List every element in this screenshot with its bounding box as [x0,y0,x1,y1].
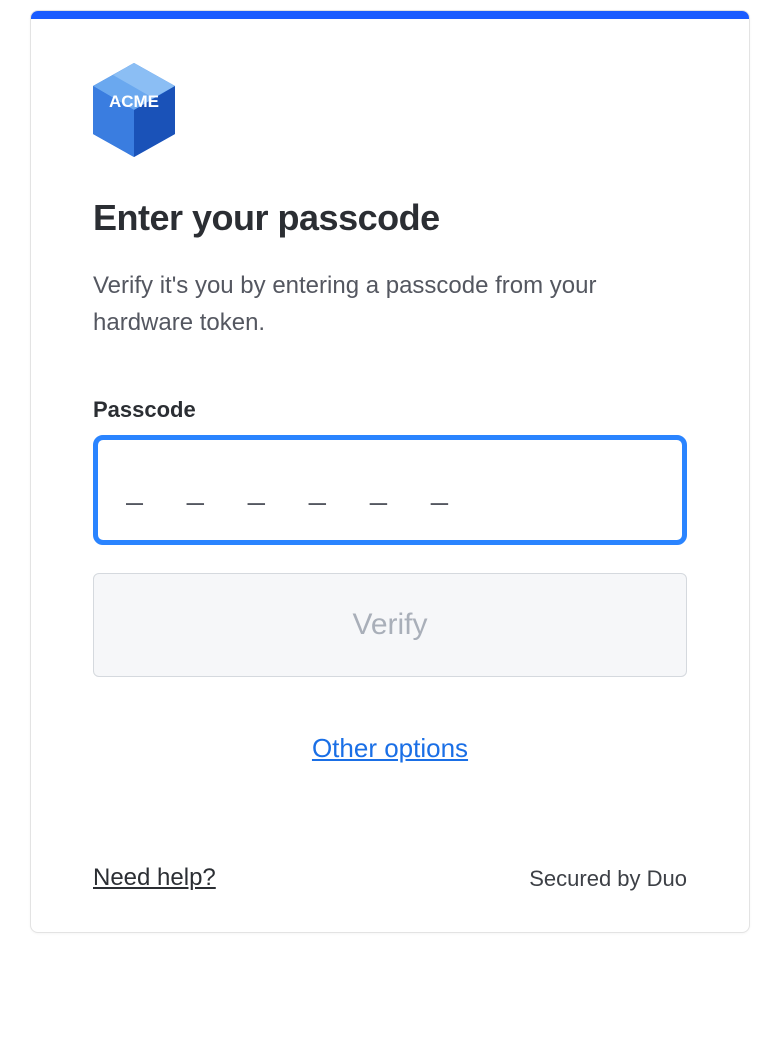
help-link[interactable]: Need help? [93,864,216,892]
verify-button[interactable]: Verify [93,573,687,677]
passcode-input[interactable] [93,435,687,545]
acme-logo-icon: ACME [93,63,175,157]
other-options-link[interactable]: Other options [93,733,687,764]
logo-text: ACME [109,92,159,111]
accent-bar [31,11,749,19]
passcode-label: Passcode [93,397,687,423]
page-subtitle: Verify it's you by entering a passcode f… [93,267,687,341]
page-title: Enter your passcode [93,197,687,239]
secured-by-text: Secured by Duo [529,866,687,892]
auth-card: ACME Enter your passcode Verify it's you… [30,10,750,933]
card-footer: Need help? Secured by Duo [93,864,687,892]
card-content: ACME Enter your passcode Verify it's you… [31,19,749,932]
logo-container: ACME [93,63,687,157]
